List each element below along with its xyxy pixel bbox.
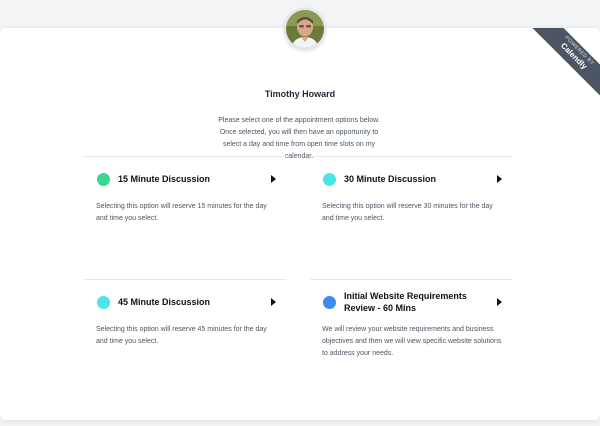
ribbon[interactable]: POWERED BY Calendly [530,28,600,98]
option-header[interactable]: 15 Minute Discussion [84,157,286,201]
powered-by-calendly-badge[interactable]: POWERED BY Calendly [530,28,600,98]
profile-name: Timothy Howard [264,89,336,99]
event-option-15-minute[interactable]: 15 Minute Discussion Selecting this opti… [84,156,286,225]
arrow-right-icon [497,298,502,306]
powered-by-label: POWERED BY [563,34,596,67]
scheduling-card: POWERED BY Calendly Timothy Howard Pleas… [0,28,600,420]
avatar-photo [286,10,324,48]
option-title: 30 Minute Discussion [344,174,437,184]
option-title: 45 Minute Discussion [118,297,211,307]
option-header[interactable]: 30 Minute Discussion [310,157,512,201]
arrow-right-icon [497,175,502,183]
event-option-30-minute[interactable]: 30 Minute Discussion Selecting this opti… [310,156,512,225]
arrow-right-icon [271,298,276,306]
option-description: Selecting this option will reserve 45 mi… [96,326,267,345]
event-color-dot [323,295,336,309]
option-description: We will review your website requirements… [322,326,502,357]
option-header[interactable]: 45 Minute Discussion [84,280,286,324]
event-option-website-review-60[interactable]: Initial Website Requirements Review - 60… [310,279,512,360]
avatar [284,8,326,50]
event-option-45-minute[interactable]: 45 Minute Discussion Selecting this opti… [84,279,286,348]
option-title: Initial Website Requirements Review - 60… [344,291,467,313]
event-color-dot [97,172,110,186]
event-color-dot [97,295,110,309]
option-description: Selecting this option will reserve 30 mi… [322,203,493,222]
option-description: Selecting this option will reserve 15 mi… [96,203,267,222]
arrow-right-icon [271,175,276,183]
option-header[interactable]: Initial Website Requirements Review - 60… [310,280,512,324]
event-color-dot [323,172,336,186]
option-title: 15 Minute Discussion [118,174,211,184]
